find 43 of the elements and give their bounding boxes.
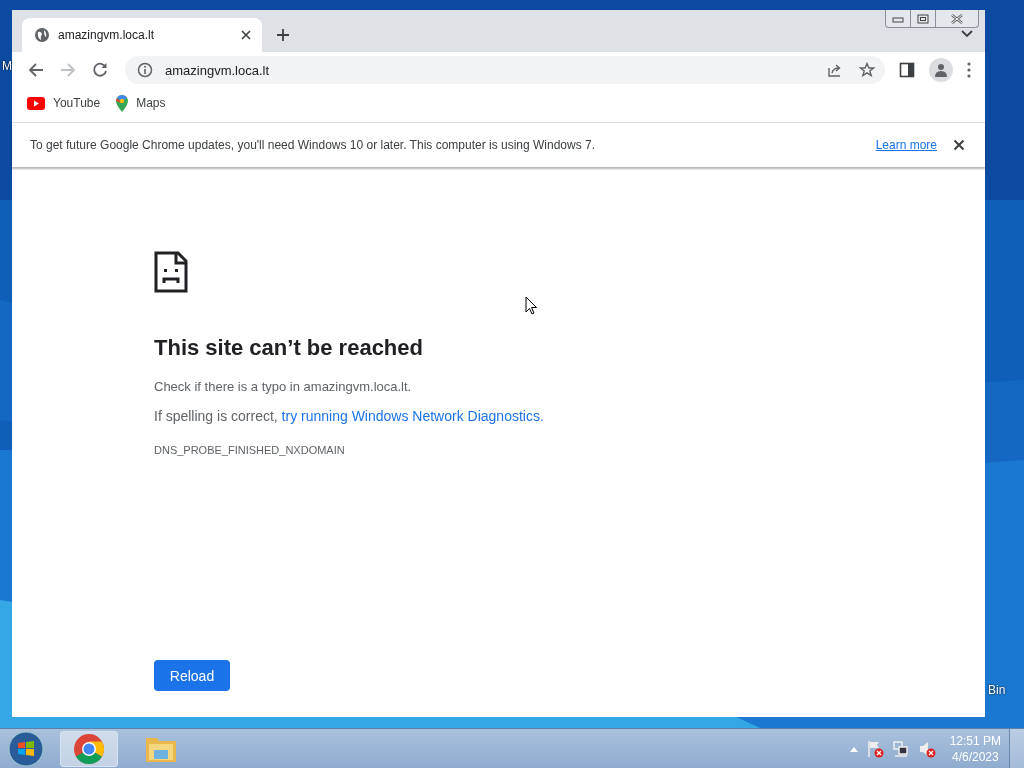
side-panel-icon[interactable] <box>899 62 915 78</box>
infobar-message: To get future Google Chrome updates, you'll need Windows 10 or later. This computer is using Windows 7. <box>30 138 596 152</box>
diagnostics-link[interactable]: try running Windows Network Diagnostics. <box>281 408 544 424</box>
taskbar-button[interactable] <box>60 730 118 767</box>
close-icon[interactable] <box>240 29 252 41</box>
globe-icon <box>34 27 50 43</box>
error-hint: Check if there is a typo in amazingvm.loca.lt. <box>154 379 412 394</box>
error-code: DNS_PROBE_FINISHED_NXDOMAIN <box>154 444 345 456</box>
back-icon[interactable] <box>27 61 45 79</box>
share-icon[interactable] <box>827 62 843 78</box>
close-icon[interactable] <box>953 139 965 151</box>
minimize-icon <box>892 14 904 23</box>
person-icon <box>934 63 948 77</box>
restore-icon <box>917 13 929 24</box>
learn-more-link[interactable]: Learn more <box>875 138 937 152</box>
bookmark-link[interactable]: Maps <box>116 94 166 112</box>
tab-title: amazingvm.loca.lt <box>58 28 156 42</box>
start-orb-icon[interactable] <box>8 730 44 767</box>
suggestion-text: If spelling is correct, try running Windows Network Diagnostics. <box>154 408 544 424</box>
plus-icon[interactable] <box>276 28 290 42</box>
info-icon[interactable] <box>137 62 153 78</box>
browser-tab[interactable]: amazingvm.loca.lt <box>22 18 262 52</box>
flag-icon[interactable] <box>865 739 884 758</box>
reload-button[interactable]: Reload <box>154 660 230 691</box>
desktop-icon-label[interactable]: M <box>2 59 12 73</box>
bookmark-link[interactable]: YouTube <box>27 96 101 110</box>
star-icon[interactable] <box>859 62 875 78</box>
error-heading: This site can’t be reached <box>154 335 423 361</box>
reload-icon[interactable] <box>91 61 109 79</box>
desktop-icon-label[interactable]: Bin <box>988 683 1006 697</box>
url-text: amazingvm.loca.lt <box>165 62 270 78</box>
more-icon[interactable] <box>967 62 971 78</box>
sad-page-icon <box>154 251 188 293</box>
speaker-icon[interactable] <box>917 739 936 758</box>
play-icon <box>27 96 45 110</box>
profile-avatar[interactable] <box>929 58 953 82</box>
cursor-icon <box>525 296 538 315</box>
chevron-down-icon[interactable] <box>961 30 973 38</box>
chrome-icon <box>73 732 105 765</box>
network-icon[interactable] <box>891 739 910 758</box>
address-bar[interactable]: amazingvm.loca.lt <box>125 56 885 84</box>
map-pin-icon <box>116 94 129 112</box>
close-icon <box>950 13 964 24</box>
